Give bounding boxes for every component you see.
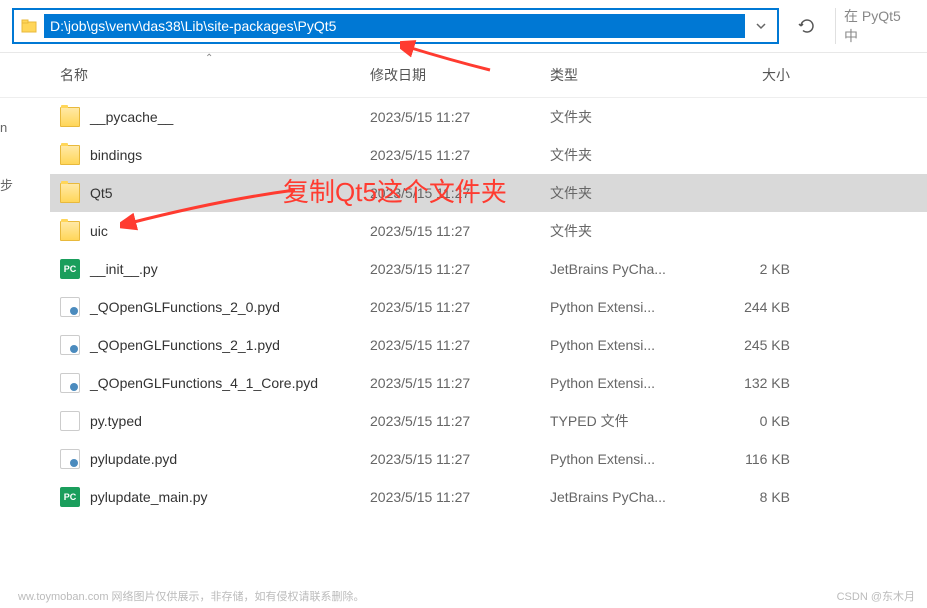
column-header-size[interactable]: 大小 [700,65,790,85]
file-date: 2023/5/15 11:27 [370,451,550,467]
file-date: 2023/5/15 11:27 [370,261,550,277]
file-name: py.typed [90,413,370,429]
pyd-icon [60,373,80,393]
file-name: Qt5 [90,185,370,201]
file-row[interactable]: bindings2023/5/15 11:27文件夹 [50,136,927,174]
search-placeholder: 在 PyQt5 中 [844,6,907,46]
file-name: _QOpenGLFunctions_4_1_Core.pyd [90,375,370,391]
file-name: _QOpenGLFunctions_2_0.pyd [90,299,370,315]
file-size: 245 KB [700,337,790,353]
sort-indicator-icon: ⌃ [205,53,213,64]
file-date: 2023/5/15 11:27 [370,147,550,163]
file-type: 文件夹 [550,183,700,203]
toolbar: D:\job\gs\venv\das38\Lib\site-packages\P… [0,0,927,53]
file-size: 0 KB [700,413,790,429]
path-dropdown-button[interactable] [745,10,777,42]
search-box[interactable]: 在 PyQt5 中 [835,8,915,44]
left-edge-fragment: n 步 [0,80,15,234]
file-row[interactable]: _QOpenGLFunctions_2_1.pyd2023/5/15 11:27… [50,326,927,364]
file-type: JetBrains PyCha... [550,489,700,505]
pyd-icon [60,297,80,317]
file-row[interactable]: Qt52023/5/15 11:27文件夹 [50,174,927,212]
file-name: pylupdate.pyd [90,451,370,467]
file-size: 2 KB [700,261,790,277]
file-row[interactable]: _QOpenGLFunctions_2_0.pyd2023/5/15 11:27… [50,288,927,326]
watermark-right: CSDN @东木月 [837,588,915,604]
pc-icon: PC [60,487,80,507]
column-header-type[interactable]: 类型 [550,65,700,85]
file-name: __init__.py [90,261,370,277]
file-type: 文件夹 [550,145,700,165]
pyd-icon [60,335,80,355]
file-date: 2023/5/15 11:27 [370,337,550,353]
file-date: 2023/5/15 11:27 [370,489,550,505]
file-row[interactable]: PC __init__.py2023/5/15 11:27JetBrains Py… [50,250,927,288]
column-header-date[interactable]: 修改日期 [370,65,550,85]
watermark-left: ww.toymoban.com 网络图片仅供展示，非存储，如有侵权请联系删除。 [18,588,365,604]
file-size: 132 KB [700,375,790,391]
file-date: 2023/5/15 11:27 [370,223,550,239]
file-type: JetBrains PyCha... [550,261,700,277]
file-size: 8 KB [700,489,790,505]
file-date: 2023/5/15 11:27 [370,375,550,391]
file-type: Python Extensi... [550,299,700,315]
file-name: uic [90,223,370,239]
file-name: __pycache__ [90,109,370,125]
file-list: __pycache__2023/5/15 11:27文件夹bindings202… [0,98,927,516]
typed-icon [60,411,80,431]
file-name: pylupdate_main.py [90,489,370,505]
file-date: 2023/5/15 11:27 [370,185,550,201]
file-type: TYPED 文件 [550,411,700,431]
folder-path-icon [20,17,38,35]
file-date: 2023/5/15 11:27 [370,299,550,315]
folder-icon [60,183,80,203]
file-row[interactable]: _QOpenGLFunctions_4_1_Core.pyd2023/5/15 … [50,364,927,402]
file-date: 2023/5/15 11:27 [370,413,550,429]
pyd-icon [60,449,80,469]
path-text[interactable]: D:\job\gs\venv\das38\Lib\site-packages\P… [44,14,745,38]
folder-icon [60,221,80,241]
file-name: bindings [90,147,370,163]
column-headers: ⌃ 名称 修改日期 类型 大小 [0,53,927,98]
refresh-button[interactable] [787,8,827,44]
file-row[interactable]: PC pylupdate_main.py2023/5/15 11:27JetBra… [50,478,927,516]
file-name: _QOpenGLFunctions_2_1.pyd [90,337,370,353]
pc-icon: PC [60,259,80,279]
folder-icon [60,107,80,127]
file-type: 文件夹 [550,221,700,241]
file-size: 116 KB [700,451,790,467]
folder-icon [60,145,80,165]
file-type: 文件夹 [550,107,700,127]
file-row[interactable]: uic2023/5/15 11:27文件夹 [50,212,927,250]
file-type: Python Extensi... [550,337,700,353]
file-row[interactable]: pylupdate.pyd2023/5/15 11:27Python Exten… [50,440,927,478]
file-type: Python Extensi... [550,451,700,467]
file-row[interactable]: __pycache__2023/5/15 11:27文件夹 [50,98,927,136]
column-header-name[interactable]: 名称 [60,65,370,85]
file-date: 2023/5/15 11:27 [370,109,550,125]
file-row[interactable]: py.typed2023/5/15 11:27TYPED 文件0 KB [50,402,927,440]
file-size: 244 KB [700,299,790,315]
file-type: Python Extensi... [550,375,700,391]
address-bar[interactable]: D:\job\gs\venv\das38\Lib\site-packages\P… [12,8,779,44]
